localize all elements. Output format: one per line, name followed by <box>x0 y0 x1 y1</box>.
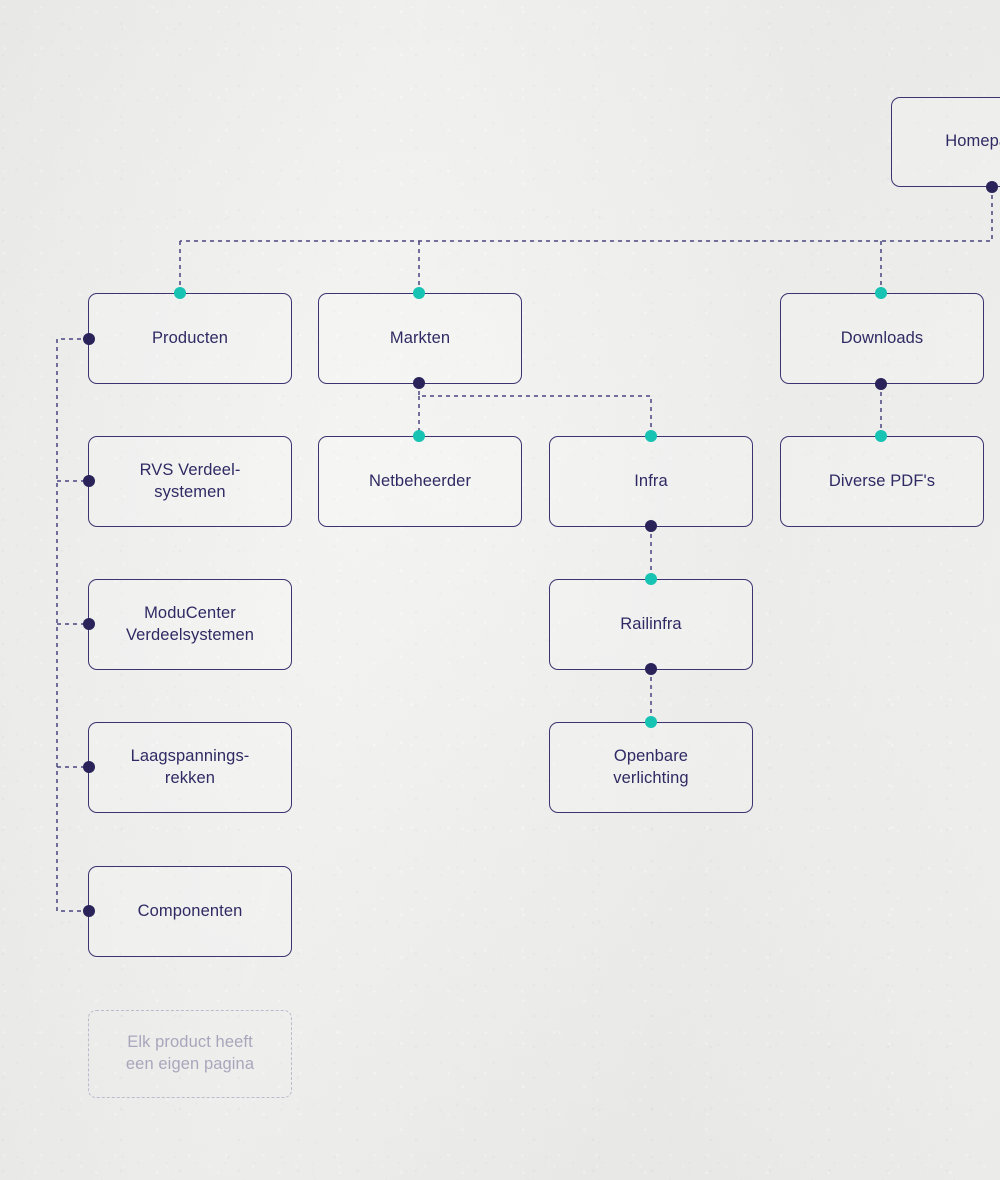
node-rvs-verdeelsystemen[interactable]: RVS Verdeel- systemen <box>88 436 292 527</box>
connector-dot-infra-bottom <box>645 520 657 532</box>
connector-dot-producten-top <box>174 287 186 299</box>
connector-dot-componenten-left <box>83 905 95 917</box>
node-moducenter-verdeelsystemen[interactable]: ModuCenter Verdeelsystemen <box>88 579 292 670</box>
connector-dot-markten-top <box>413 287 425 299</box>
node-homepage[interactable]: Homepage <box>891 97 1000 187</box>
node-netbeheerder[interactable]: Netbeheerder <box>318 436 522 527</box>
node-markten[interactable]: Markten <box>318 293 522 384</box>
node-producten[interactable]: Producten <box>88 293 292 384</box>
connector-dot-downloads-top <box>875 287 887 299</box>
node-laagspannings-rekken[interactable]: Laagspannings- rekken <box>88 722 292 813</box>
edge-markten-infra <box>418 383 652 435</box>
connector-dot-railinfra-top <box>645 573 657 585</box>
connector-dot-infra-top <box>645 430 657 442</box>
connector-dot-producten-left <box>83 333 95 345</box>
note-elk-product-eigen-pagina: Elk product heeft een eigen pagina <box>88 1010 292 1098</box>
sitemap-canvas: Homepage Producten Markten Downloads RVS… <box>0 0 1000 1180</box>
node-componenten[interactable]: Componenten <box>88 866 292 957</box>
connector-dot-rvs-left <box>83 475 95 487</box>
connector-dot-diverse-pdfs-top <box>875 430 887 442</box>
node-openbare-verlichting[interactable]: Openbare verlichting <box>549 722 753 813</box>
connector-dot-downloads-bottom <box>875 378 887 390</box>
connector-dot-railinfra-bottom <box>645 663 657 675</box>
edge-homepage-bus <box>180 187 993 242</box>
connector-dot-netbeheerder-top <box>413 430 425 442</box>
node-diverse-pdfs[interactable]: Diverse PDF's <box>780 436 984 527</box>
connector-dot-moducenter-left <box>83 618 95 630</box>
node-infra[interactable]: Infra <box>549 436 753 527</box>
connector-dot-openbare-verlichting-top <box>645 716 657 728</box>
connector-dot-markten-bottom <box>413 377 425 389</box>
connector-dot-homepage-bottom <box>986 181 998 193</box>
node-downloads[interactable]: Downloads <box>780 293 984 384</box>
connector-dot-laagspanningsrekken-left <box>83 761 95 773</box>
node-railinfra[interactable]: Railinfra <box>549 579 753 670</box>
